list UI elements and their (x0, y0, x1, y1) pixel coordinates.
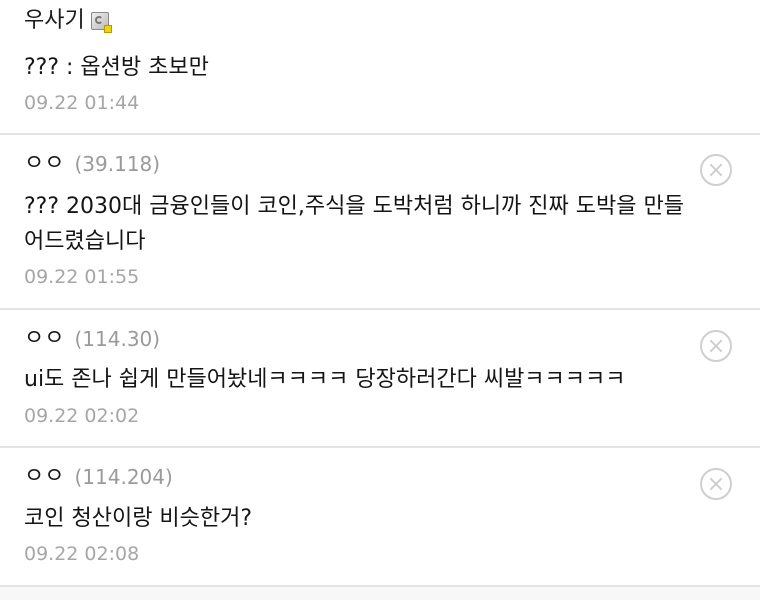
comment-item: ㅇㅇ (114.30) ui도 존나 쉽게 만들어놨네ㅋㅋㅋㅋ 당장하러간다 씨… (0, 310, 760, 448)
comment-text: ??? : 옵션방 초보만 (24, 55, 209, 80)
comment-text: ui도 존나 쉽게 만들어놨네ㅋㅋㅋㅋ 당장하러간다 씨발ㅋㅋㅋㅋㅋ (24, 367, 626, 392)
delete-comment-icon[interactable] (700, 468, 732, 500)
comment-text-line-2: 어드렸습니다 (24, 229, 146, 254)
comment-nickname[interactable]: ㅇㅇ (24, 324, 64, 354)
comment-header: 우사기 (24, 6, 112, 36)
comment-ip: (114.30) (74, 327, 161, 351)
comment-header: ㅇㅇ (39.118) (24, 149, 160, 179)
delete-comment-icon[interactable] (700, 154, 732, 186)
comment-item: ㅇㅇ (114.204) 코인 청산이랑 비슷한거? 09.22 02:08 (0, 448, 760, 587)
comment-text: 코인 청산이랑 비슷한거? (24, 506, 253, 531)
comment-item: ㅇㅇ (39.118) ??? 2030대 금융인들이 코인,주식을 도박처럼 … (0, 135, 760, 310)
comment-nickname[interactable]: 우사기 (24, 6, 85, 36)
list-bottom-strip (0, 587, 760, 600)
comment-time: 09.22 02:02 (24, 405, 140, 427)
comment-nickname[interactable]: ㅇㅇ (24, 149, 64, 179)
comment-time: 09.22 01:44 (24, 92, 140, 114)
comment-time: 09.22 01:55 (24, 266, 140, 288)
fixed-nickname-icon (90, 12, 112, 33)
comment-ip: (39.118) (74, 152, 161, 176)
comment-text-line-1: ??? 2030대 금융인들이 코인,주식을 도박처럼 하니까 진짜 도박을 만… (24, 194, 684, 219)
comment-ip: (114.204) (74, 465, 173, 489)
comment-time: 09.22 02:08 (24, 543, 140, 565)
comment-nickname[interactable]: ㅇㅇ (24, 462, 64, 492)
comment-header: ㅇㅇ (114.30) (24, 324, 160, 354)
comment-header: ㅇㅇ (114.204) (24, 462, 173, 492)
comment-item: 우사기 ??? : 옵션방 초보만 09.22 01:44 (0, 0, 760, 135)
delete-comment-icon[interactable] (700, 330, 732, 362)
